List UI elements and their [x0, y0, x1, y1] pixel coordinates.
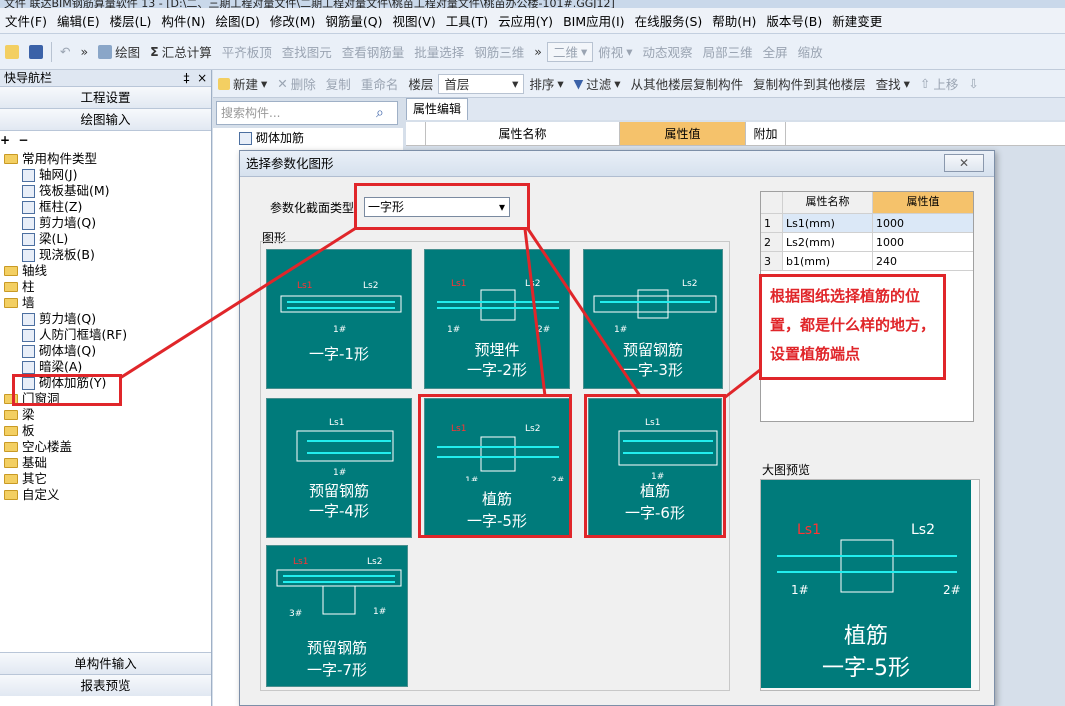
- annotation-note: 根据图纸选择植筋的位置，都是什么样的地方，设置植筋端点: [759, 274, 946, 380]
